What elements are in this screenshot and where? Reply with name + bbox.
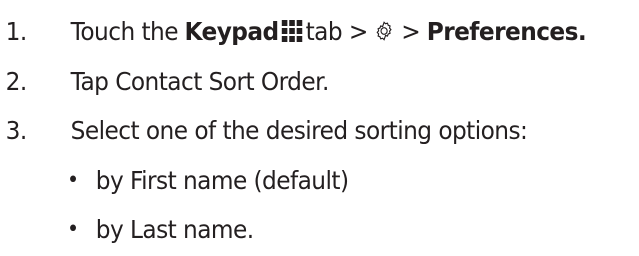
option-text: by First name (default): [95, 165, 349, 195]
step-text-part: tab >: [305, 16, 369, 46]
step-text-part: >: [401, 16, 421, 46]
step-text-part: Touch the: [70, 16, 179, 46]
step-number: 2.: [5, 66, 28, 96]
keypad-grid-icon: [281, 20, 302, 42]
step-number: 3.: [5, 115, 28, 145]
step-text: Tap Contact Sort Order.: [70, 66, 330, 96]
keypad-tab-label: Keypad: [184, 16, 279, 46]
step-text: Touch the Keypad tab > > Preferences.: [71, 17, 587, 46]
step-text: Select one of the desired sorting option…: [70, 115, 528, 145]
option-text: by Last name.: [95, 214, 254, 244]
bullet: •: [66, 167, 79, 193]
step-number: 1.: [5, 16, 28, 46]
gear-icon: [376, 21, 393, 41]
bullet: •: [66, 216, 79, 242]
preferences-label: Preferences.: [426, 16, 587, 46]
instruction-list: 1. Touch the Keypad tab > > Preferences.…: [0, 0, 639, 256]
